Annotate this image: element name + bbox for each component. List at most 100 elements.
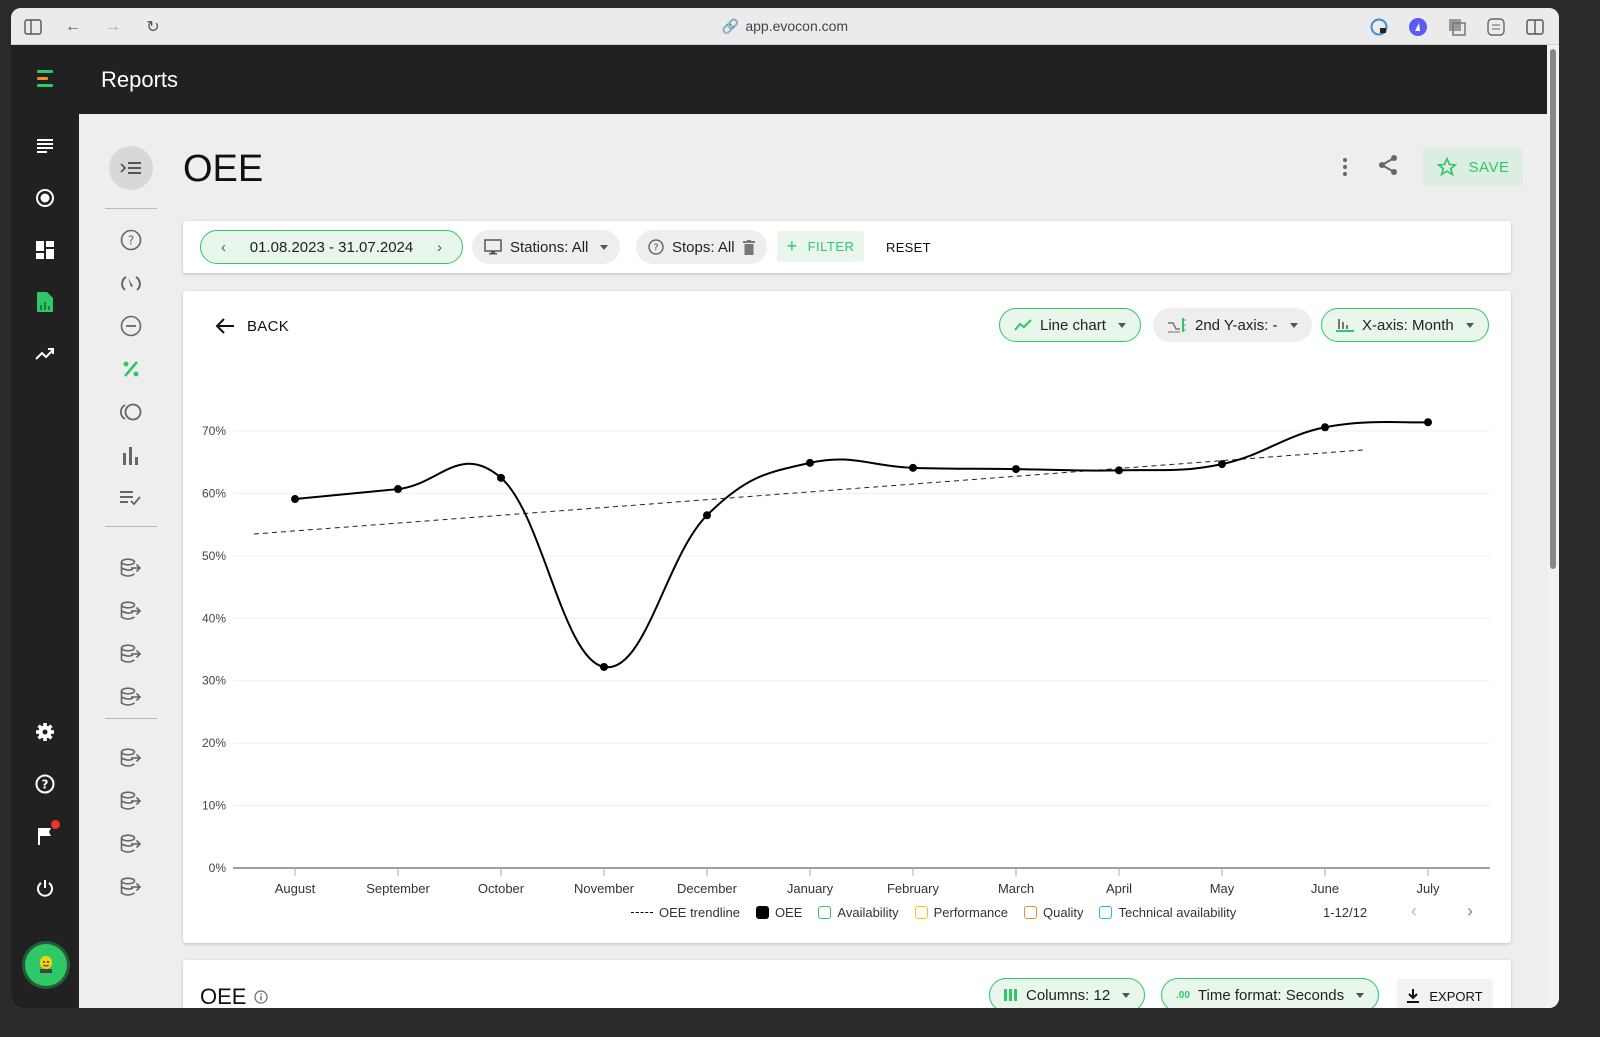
flag-icon[interactable] (33, 820, 60, 848)
filter-bar: ‹ 01.08.2023 - 31.07.2024 › Stations: Al… (183, 221, 1511, 273)
filter-label: FILTER (807, 239, 855, 254)
tabs-overview-icon[interactable] (1447, 17, 1467, 37)
x-tick-label: February (887, 881, 940, 896)
stops-filter-chip[interactable]: ? Stops: All (636, 230, 767, 264)
legend-item[interactable]: Performance (914, 905, 1008, 920)
oee-table-card: OEE Columns: 12 .00 Time format: Seconds… (183, 960, 1511, 1008)
password-lock-icon[interactable] (1369, 17, 1389, 37)
bar-chart-icon[interactable] (119, 443, 143, 467)
x-tick-label: January (787, 881, 834, 896)
info-icon[interactable] (254, 990, 269, 1004)
date-range-picker[interactable]: ‹ 01.08.2023 - 31.07.2024 › (200, 230, 463, 264)
list-icon[interactable] (33, 134, 57, 158)
target-circle-icon[interactable] (33, 186, 57, 210)
reset-button[interactable]: RESET (886, 240, 931, 255)
menu-collapse-icon[interactable] (109, 146, 153, 190)
chevron-right-icon[interactable]: › (437, 239, 442, 256)
percent-icon[interactable] (119, 357, 143, 381)
chevron-right-icon[interactable]: › (1467, 901, 1473, 922)
oee-data-point (291, 495, 299, 504)
y-tick-label: 0% (209, 861, 227, 875)
legend-item[interactable]: Availability (818, 905, 899, 920)
gear-icon[interactable] (33, 720, 57, 744)
settings-sliders-icon[interactable] (1486, 17, 1506, 37)
add-filter-button[interactable]: + FILTER (777, 231, 864, 262)
x-tick-label: December (677, 881, 738, 896)
database-export-icon[interactable] (119, 789, 143, 813)
oee-data-point (1012, 465, 1020, 474)
dashboard-icon[interactable] (33, 238, 57, 262)
more-vert-icon[interactable] (1337, 158, 1353, 176)
export-button[interactable]: EXPORT (1397, 979, 1493, 1008)
columns-label: Columns: 12 (1026, 986, 1111, 1004)
legend-label: Technical availability (1118, 905, 1237, 920)
chevron-left-icon[interactable]: ‹ (221, 239, 226, 256)
database-export-icon[interactable] (119, 556, 143, 580)
columns-icon (1004, 989, 1017, 1001)
help-circle-icon[interactable]: ? (119, 228, 143, 252)
oee-data-point (1321, 423, 1329, 432)
export-label: EXPORT (1429, 988, 1483, 1004)
url-text: app.evocon.com (745, 18, 849, 34)
download-icon (1407, 989, 1420, 1003)
plus-icon: + (786, 236, 798, 256)
legend-swatch (914, 906, 928, 919)
database-export-icon[interactable] (119, 685, 143, 709)
database-export-icon[interactable] (119, 832, 143, 856)
checklist-icon[interactable] (119, 486, 143, 510)
extension-icon[interactable] (1408, 17, 1428, 37)
database-export-icon[interactable] (119, 599, 143, 623)
legend-swatch (631, 912, 653, 913)
legend-label: OEE trendline (659, 905, 740, 920)
circles-icon[interactable] (119, 400, 143, 424)
time-format-dropdown[interactable]: .00 Time format: Seconds (1161, 978, 1380, 1008)
oee-data-point (600, 662, 608, 671)
brand-menu-icon[interactable] (37, 70, 53, 91)
legend-swatch (1099, 906, 1113, 919)
help-circle-icon[interactable]: ? (33, 772, 57, 796)
database-export-icon[interactable] (119, 875, 143, 899)
app-header: Reports (11, 45, 1547, 114)
x-tick-label: August (275, 881, 316, 896)
columns-dropdown[interactable]: Columns: 12 (989, 978, 1146, 1008)
legend-item[interactable]: Technical availability (1099, 905, 1236, 920)
x-tick-label: June (1311, 881, 1339, 896)
y-tick-label: 30% (202, 674, 226, 688)
x-tick-label: October (478, 881, 525, 896)
database-export-icon[interactable] (119, 642, 143, 666)
save-button[interactable]: SAVE (1423, 148, 1523, 186)
y-tick-label: 10% (202, 799, 226, 813)
monitor-icon (484, 239, 502, 255)
legend-swatch (755, 906, 769, 919)
trending-up-icon[interactable] (33, 342, 57, 366)
minus-circle-icon[interactable] (119, 314, 143, 338)
legend-item[interactable]: OEE trendline (631, 905, 740, 920)
oee-data-point (909, 463, 917, 472)
power-icon[interactable] (33, 876, 57, 900)
legend-label: OEE (774, 905, 803, 920)
chevron-left-icon[interactable]: ‹ (1411, 901, 1417, 922)
stations-dropdown[interactable]: Stations: All (472, 230, 621, 264)
stations-label: Stations: All (510, 238, 589, 256)
main-sidebar: ? (11, 114, 79, 1008)
svg-text:?: ? (128, 234, 134, 248)
legend-item[interactable]: OEE (755, 905, 803, 920)
page-title: OEE (183, 148, 264, 190)
gauge-icon[interactable] (119, 271, 143, 295)
split-view-icon[interactable] (1525, 17, 1545, 37)
user-avatar[interactable] (25, 944, 67, 986)
share-icon[interactable] (1377, 154, 1399, 181)
page-actions: SAVE (1337, 148, 1523, 186)
scrollbar-thumb[interactable] (1550, 49, 1556, 569)
database-export-icon[interactable] (119, 746, 143, 770)
y-tick-label: 70% (202, 424, 226, 438)
chart-legend: OEE trendline OEE Availability Performance Q… (631, 905, 1236, 920)
trash-icon[interactable] (742, 239, 755, 255)
legend-label: Availability (837, 905, 899, 920)
report-chart-icon[interactable] (33, 290, 57, 314)
page-scrollbar[interactable] (1547, 45, 1559, 1008)
address-bar[interactable]: 🔗 app.evocon.com (11, 18, 1559, 35)
link-icon: 🔗 (721, 18, 740, 34)
oee-data-point (1218, 460, 1226, 469)
legend-item[interactable]: Quality (1024, 905, 1083, 920)
